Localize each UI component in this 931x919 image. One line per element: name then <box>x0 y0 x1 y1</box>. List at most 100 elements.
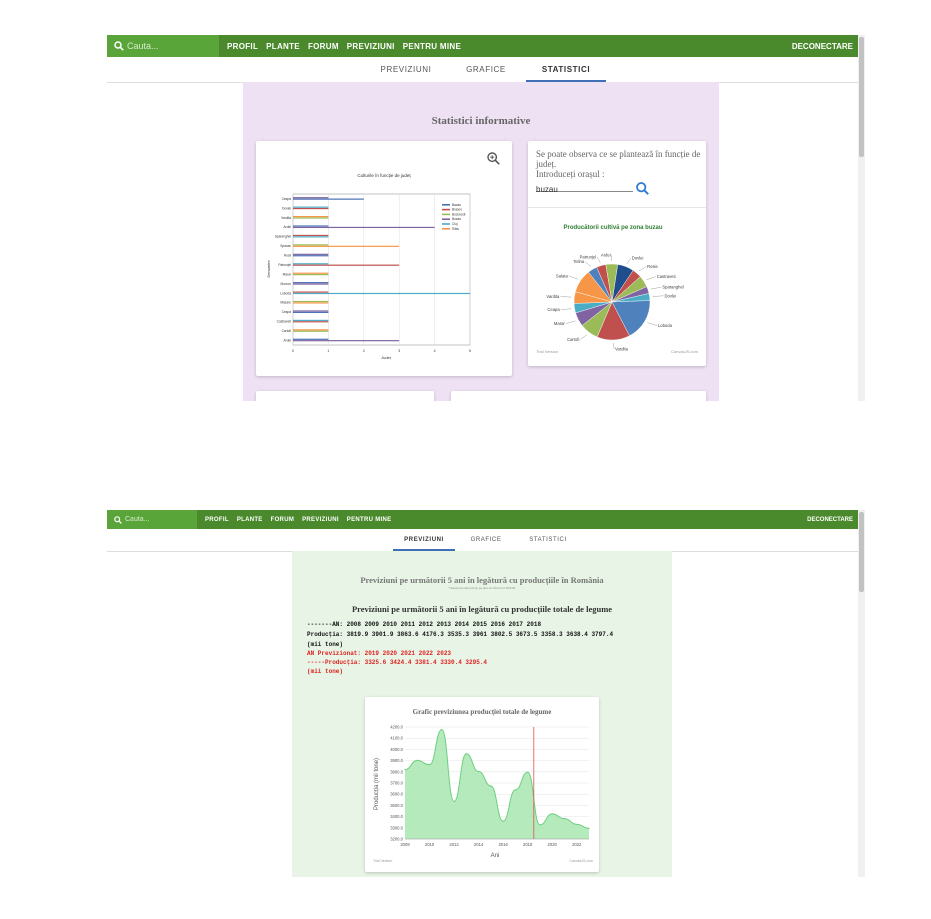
x-tick-label: 2014 <box>474 842 484 847</box>
bar <box>293 291 329 293</box>
pie-footer-left: Trial Version <box>536 349 558 354</box>
forecast-panel: Previziuni pe următorii 5 ani în legătur… <box>292 551 672 877</box>
bar-chart-card: Culturile în funcție de județ Județ Denu… <box>256 141 512 376</box>
vegetable-production-area-chart: Grafic previziunea producției totale de … <box>373 708 593 863</box>
logout-link[interactable]: DECONECTARE <box>807 517 853 523</box>
legend-label: Brasov <box>452 208 462 212</box>
nav-forum[interactable]: FORUM <box>271 517 295 523</box>
tab-grafice[interactable]: GRAFICE <box>455 529 517 551</box>
category-label: Cartofi <box>282 329 292 333</box>
pie-leader-line <box>647 322 658 326</box>
data-point <box>465 753 467 755</box>
bar <box>293 245 400 247</box>
page-scrollbar[interactable] <box>858 510 865 877</box>
legend-label: Sibiu <box>452 227 459 231</box>
bar <box>293 217 329 219</box>
scrollbar-thumb[interactable] <box>859 37 864 157</box>
pie-leader-line <box>596 256 601 263</box>
pie-label: Patrunjel <box>580 254 597 259</box>
lower-card-left <box>256 391 434 401</box>
bar <box>293 264 400 266</box>
pie-label: Castraveti <box>657 274 676 279</box>
x-tick-label: 2018 <box>523 842 533 847</box>
tab-statistici[interactable]: STATISTICI <box>517 529 579 551</box>
legend-swatch <box>442 218 450 220</box>
nav-forum[interactable]: FORUM <box>308 42 339 51</box>
pie-label: Ardei <box>601 253 611 258</box>
bar-chart-xlabel: Județ <box>381 355 392 360</box>
x-tick-label: 2012 <box>449 842 459 847</box>
forecast-screen: Cauta... PROFIL PLANTE FORUM PREVIZIUNI … <box>107 510 865 877</box>
statistics-screen: Cauta... PROFIL PLANTE FORUM PREVIZIUNI … <box>107 35 865 401</box>
bar <box>293 198 364 200</box>
bar <box>293 329 329 331</box>
logout-link[interactable]: DECONECTARE <box>792 42 853 51</box>
nav-previziuni[interactable]: PREVIZIUNI <box>347 42 395 51</box>
category-label: Dovlei <box>282 206 291 210</box>
nav-profil[interactable]: PROFIL <box>205 517 229 523</box>
pie-label: Dovlei <box>632 256 644 261</box>
pie-leader-line <box>650 286 662 290</box>
bar <box>293 330 329 332</box>
y-tick-label: 3900.0 <box>390 758 403 763</box>
bar <box>293 321 329 323</box>
top-navbar: Cauta... PROFIL PLANTE FORUM PREVIZIUNI … <box>107 510 865 529</box>
pie-leader-line <box>580 334 588 340</box>
category-label: Morcov <box>281 282 292 286</box>
city-input[interactable]: buzau <box>536 179 633 194</box>
page-scrollbar[interactable] <box>858 35 865 401</box>
tab-previziuni[interactable]: PREVIZIUNI <box>393 529 455 551</box>
x-tick-label: 3 <box>398 349 400 353</box>
search-box[interactable]: Cauta... <box>107 35 219 57</box>
category-label: Loboda <box>280 291 291 295</box>
bar <box>293 263 329 265</box>
pie-footer-right: CanvasJS.com <box>671 349 699 354</box>
vegetables-section-title: Previziuni pe următorii 5 ani în legătur… <box>351 604 613 614</box>
bar <box>293 207 329 210</box>
tab-previziuni[interactable]: PREVIZIUNI <box>366 57 446 82</box>
forecast-title: Previziuni pe următorii 5 ani în legătur… <box>360 575 604 585</box>
bar <box>293 272 329 274</box>
pie-label: Loboda <box>658 323 673 328</box>
data-point <box>428 764 431 766</box>
search-placeholder[interactable]: Cauta... <box>127 41 159 51</box>
nav-pentru-mine[interactable]: PENTRU MINE <box>347 517 392 523</box>
category-label: Ceapa <box>282 197 292 201</box>
pie-leader-line <box>585 261 592 268</box>
nav-pentru-mine[interactable]: PENTRU MINE <box>403 42 461 51</box>
city-input-value[interactable]: buzau <box>536 185 558 194</box>
nav-plante[interactable]: PLANTE <box>237 517 263 523</box>
bar <box>293 310 329 312</box>
nav-plante[interactable]: PLANTE <box>266 42 300 51</box>
statistics-title: Statistici informative <box>431 115 531 127</box>
tab-bar: PREVIZIUNI GRAFICE STATISTICI <box>107 57 865 83</box>
bar <box>293 300 329 303</box>
data-point <box>551 813 553 815</box>
tab-grafice[interactable]: GRAFICE <box>446 57 526 82</box>
pie-leader-line <box>560 308 572 310</box>
scrollbar-thumb[interactable] <box>859 512 864 592</box>
years-row: -------AN: 2008 2009 2010 2011 2012 2013… <box>307 621 542 628</box>
pie-label: Salata <box>556 273 569 278</box>
data-point <box>514 789 516 791</box>
pie-leader-line <box>652 295 664 297</box>
y-tick-label: 3400.0 <box>390 814 403 819</box>
pie-label: Rosie <box>647 264 658 269</box>
pie-leader-line <box>568 275 578 280</box>
search-placeholder[interactable]: Cauta... <box>125 516 150 523</box>
search-box[interactable]: Cauta... <box>107 510 197 529</box>
city-search-button[interactable] <box>636 182 649 200</box>
tab-statistici[interactable]: STATISTICI <box>526 57 606 82</box>
y-tick-label: 3300.0 <box>390 825 403 830</box>
legend-label: Cluj <box>452 222 458 226</box>
nav-previziuni[interactable]: PREVIZIUNI <box>302 517 339 523</box>
lower-card-right <box>451 391 706 401</box>
bar <box>293 338 329 340</box>
x-tick-label: 2022 <box>572 842 582 847</box>
nav-profil[interactable]: PROFIL <box>227 42 258 51</box>
bar <box>293 340 400 342</box>
pie-label: Marar <box>554 321 566 326</box>
category-label: Castraveti <box>277 320 292 324</box>
data-point <box>576 823 578 825</box>
predicted-production-row: -----Producția: 3325.6 3424.4 3381.4 333… <box>307 659 488 666</box>
